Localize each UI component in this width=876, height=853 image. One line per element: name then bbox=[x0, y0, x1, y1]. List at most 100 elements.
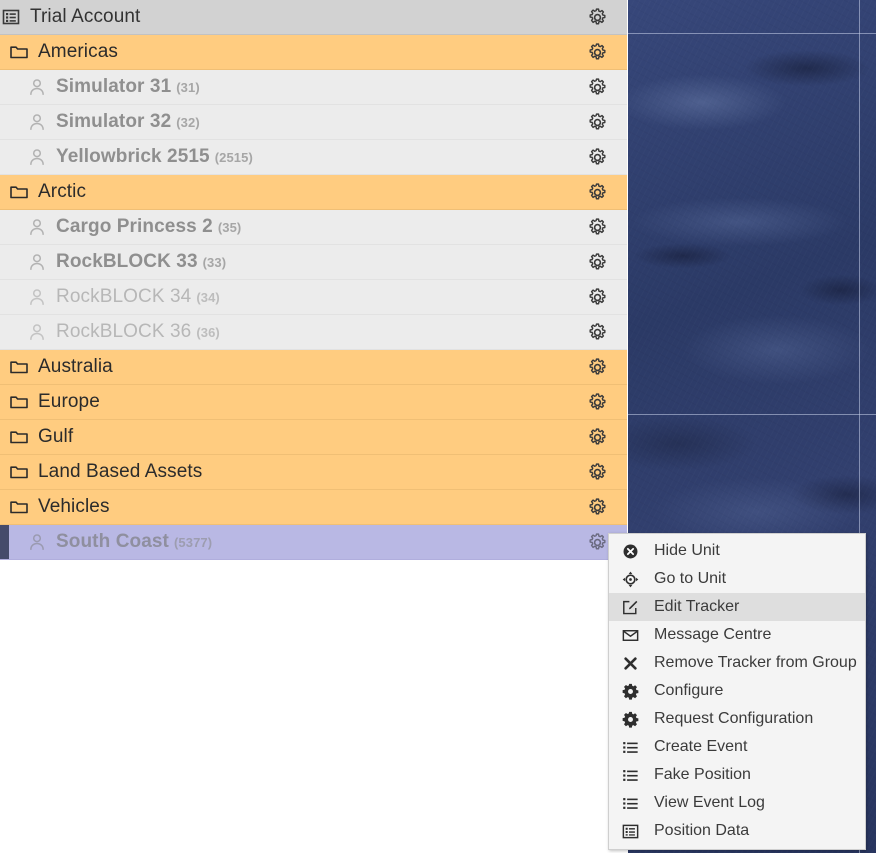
context-menu-item-label: Request Configuration bbox=[654, 710, 814, 727]
row-settings-gear-icon[interactable] bbox=[575, 497, 619, 517]
row-settings-gear-icon[interactable] bbox=[575, 77, 619, 97]
tracker-name: Cargo Princess 2 (35) bbox=[56, 216, 242, 237]
person-icon bbox=[26, 321, 48, 343]
person-icon bbox=[26, 286, 48, 308]
tree-row-group[interactable]: Americas bbox=[0, 35, 627, 70]
context-menu-item[interactable]: Hide Unit bbox=[609, 537, 865, 565]
person-icon bbox=[26, 76, 48, 98]
person-icon bbox=[26, 111, 48, 133]
person-icon bbox=[26, 531, 48, 553]
tracker-id-count: (32) bbox=[176, 115, 200, 130]
tree-row-group[interactable]: Vehicles bbox=[0, 490, 627, 525]
list-icon bbox=[619, 765, 641, 785]
circle-x-icon bbox=[619, 541, 641, 561]
context-menu-item[interactable]: Configure bbox=[609, 677, 865, 705]
context-menu-item-label: Go to Unit bbox=[654, 570, 727, 587]
folder-icon bbox=[8, 356, 30, 378]
group-name: Vehicles bbox=[38, 496, 110, 517]
tree-row-group[interactable]: Arctic bbox=[0, 175, 627, 210]
folder-icon bbox=[8, 496, 30, 518]
row-settings-gear-icon[interactable] bbox=[575, 217, 619, 237]
row-settings-gear-icon[interactable] bbox=[575, 42, 619, 62]
row-settings-gear-icon[interactable] bbox=[575, 427, 619, 447]
context-menu-item-label: Message Centre bbox=[654, 626, 772, 643]
tracker-context-menu: Hide Unit Go to Unit Edit Tracker Message C… bbox=[608, 533, 866, 850]
edit-pencil-icon bbox=[619, 597, 641, 617]
tracker-name: RockBLOCK 34 (34) bbox=[56, 286, 220, 307]
context-menu-item-label: Configure bbox=[654, 682, 724, 699]
map-gridline-horizontal bbox=[628, 414, 876, 415]
context-menu-item[interactable]: Message Centre bbox=[609, 621, 865, 649]
row-settings-gear-icon[interactable] bbox=[575, 182, 619, 202]
row-settings-gear-icon[interactable] bbox=[575, 322, 619, 342]
group-name: Land Based Assets bbox=[38, 461, 203, 482]
tree-row-tracker[interactable]: RockBLOCK 34 (34) bbox=[0, 280, 627, 315]
tracker-id-count: (33) bbox=[202, 255, 227, 270]
tracker-id-count: (35) bbox=[217, 220, 242, 235]
row-settings-gear-icon[interactable] bbox=[575, 462, 619, 482]
context-menu-item-label: Fake Position bbox=[654, 766, 751, 783]
tracker-id-count: (31) bbox=[176, 80, 200, 95]
tree-row-tracker[interactable]: Yellowbrick 2515 (2515) bbox=[0, 140, 627, 175]
context-menu-item-label: Position Data bbox=[654, 822, 750, 839]
row-settings-gear-icon[interactable] bbox=[575, 252, 619, 272]
context-menu-item[interactable]: Create Event bbox=[609, 733, 865, 761]
tree-row-tracker[interactable]: RockBLOCK 36 (36) bbox=[0, 315, 627, 350]
row-settings-gear-icon[interactable] bbox=[575, 112, 619, 132]
group-name: Americas bbox=[38, 41, 118, 62]
group-name: Australia bbox=[38, 356, 113, 377]
folder-icon bbox=[8, 461, 30, 483]
tracker-name: RockBLOCK 36 (36) bbox=[56, 321, 220, 342]
tree-row-account[interactable]: Trial Account bbox=[0, 0, 627, 35]
row-settings-gear-icon[interactable] bbox=[575, 147, 619, 167]
context-menu-item-label: Create Event bbox=[654, 738, 748, 755]
context-menu-item[interactable]: Request Configuration bbox=[609, 705, 865, 733]
account-name: Trial Account bbox=[30, 6, 141, 27]
tree-row-tracker-selected[interactable]: South Coast (5377) bbox=[0, 525, 627, 560]
tracker-tree-panel: Trial Account Americas Simulator 31 (31) Si… bbox=[0, 0, 627, 560]
folder-icon bbox=[8, 426, 30, 448]
folder-icon bbox=[8, 391, 30, 413]
tree-row-group[interactable]: Gulf bbox=[0, 420, 627, 455]
tree-row-tracker[interactable]: RockBLOCK 33 (33) bbox=[0, 245, 627, 280]
tracker-name: RockBLOCK 33 (33) bbox=[56, 251, 227, 272]
list-box-icon bbox=[619, 821, 641, 841]
tree-rows-container: Americas Simulator 31 (31) Simulator 32 (32)… bbox=[0, 35, 627, 560]
row-settings-gear-icon[interactable] bbox=[575, 357, 619, 377]
tree-row-tracker[interactable]: Simulator 31 (31) bbox=[0, 70, 627, 105]
folder-icon bbox=[8, 181, 30, 203]
context-menu-item[interactable]: Edit Tracker bbox=[609, 593, 865, 621]
group-name: Arctic bbox=[38, 181, 87, 202]
row-settings-gear-icon[interactable] bbox=[575, 287, 619, 307]
context-menu-item[interactable]: Go to Unit bbox=[609, 565, 865, 593]
tree-row-group[interactable]: Europe bbox=[0, 385, 627, 420]
context-menu-item[interactable]: Position Data bbox=[609, 817, 865, 845]
tracker-name: Yellowbrick 2515 (2515) bbox=[56, 146, 253, 167]
list-box-icon bbox=[0, 6, 22, 28]
context-menu-item[interactable]: Fake Position bbox=[609, 761, 865, 789]
context-menu-item-label: View Event Log bbox=[654, 794, 765, 811]
list-icon bbox=[619, 737, 641, 757]
tree-row-group[interactable]: Australia bbox=[0, 350, 627, 385]
list-icon bbox=[619, 793, 641, 813]
gear-icon bbox=[619, 681, 641, 701]
tracker-name: South Coast (5377) bbox=[56, 531, 213, 552]
row-settings-gear-icon[interactable] bbox=[575, 392, 619, 412]
tracker-id-count: (5377) bbox=[174, 535, 213, 550]
context-menu-item[interactable]: Remove Tracker from Group bbox=[609, 649, 865, 677]
context-menu-item-label: Remove Tracker from Group bbox=[654, 654, 857, 671]
person-icon bbox=[26, 216, 48, 238]
gear-icon bbox=[619, 709, 641, 729]
account-settings-gear-icon[interactable] bbox=[575, 7, 619, 27]
context-menu-item-label: Edit Tracker bbox=[654, 598, 740, 615]
context-menu-item[interactable]: View Event Log bbox=[609, 789, 865, 817]
tree-row-tracker[interactable]: Cargo Princess 2 (35) bbox=[0, 210, 627, 245]
tree-row-tracker[interactable]: Simulator 32 (32) bbox=[0, 105, 627, 140]
tree-row-group[interactable]: Land Based Assets bbox=[0, 455, 627, 490]
map-gridline-horizontal bbox=[628, 33, 876, 34]
group-name: Gulf bbox=[38, 426, 74, 447]
tracker-id-count: (2515) bbox=[214, 150, 253, 165]
person-icon bbox=[26, 146, 48, 168]
envelope-icon bbox=[619, 625, 641, 645]
tracker-id-count: (36) bbox=[196, 325, 220, 340]
